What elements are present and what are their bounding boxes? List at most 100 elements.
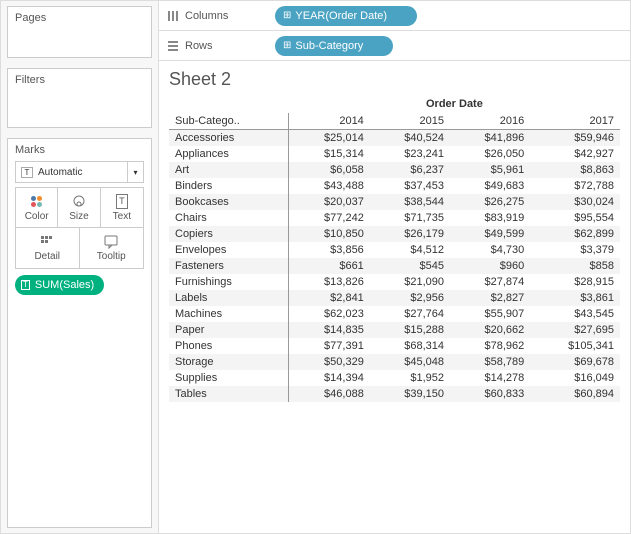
data-cell[interactable]: $27,874 — [450, 274, 530, 290]
row-header[interactable]: Appliances — [169, 146, 289, 162]
data-cell[interactable]: $3,379 — [530, 242, 620, 258]
data-cell[interactable]: $20,037 — [289, 194, 370, 210]
row-header[interactable]: Labels — [169, 290, 289, 306]
data-cell[interactable]: $5,961 — [450, 162, 530, 178]
row-header[interactable]: Storage — [169, 354, 289, 370]
data-cell[interactable]: $20,662 — [450, 322, 530, 338]
data-cell[interactable]: $55,907 — [450, 306, 530, 322]
data-cell[interactable]: $25,014 — [289, 130, 370, 147]
data-cell[interactable]: $10,850 — [289, 226, 370, 242]
data-cell[interactable]: $77,242 — [289, 210, 370, 226]
row-header[interactable]: Chairs — [169, 210, 289, 226]
row-header[interactable]: Bookcases — [169, 194, 289, 210]
data-cell[interactable]: $30,024 — [530, 194, 620, 210]
data-cell[interactable]: $46,088 — [289, 386, 370, 402]
data-cell[interactable]: $50,329 — [289, 354, 370, 370]
column-header[interactable]: 2016 — [450, 113, 530, 130]
data-cell[interactable]: $58,789 — [450, 354, 530, 370]
rows-pill[interactable]: ⊞ Sub-Category — [275, 36, 393, 56]
row-header[interactable]: Machines — [169, 306, 289, 322]
filters-shelf[interactable]: Filters — [7, 68, 152, 128]
column-header[interactable]: 2017 — [530, 113, 620, 130]
data-cell[interactable]: $15,288 — [370, 322, 450, 338]
data-cell[interactable]: $77,391 — [289, 338, 370, 354]
row-header[interactable]: Art — [169, 162, 289, 178]
data-cell[interactable]: $27,695 — [530, 322, 620, 338]
data-cell[interactable]: $45,048 — [370, 354, 450, 370]
row-header[interactable]: Copiers — [169, 226, 289, 242]
data-cell[interactable]: $858 — [530, 258, 620, 274]
data-cell[interactable]: $661 — [289, 258, 370, 274]
data-cell[interactable]: $59,946 — [530, 130, 620, 147]
row-header[interactable]: Binders — [169, 178, 289, 194]
data-cell[interactable]: $60,833 — [450, 386, 530, 402]
data-cell[interactable]: $16,049 — [530, 370, 620, 386]
data-cell[interactable]: $37,453 — [370, 178, 450, 194]
data-cell[interactable]: $14,835 — [289, 322, 370, 338]
data-cell[interactable]: $49,599 — [450, 226, 530, 242]
row-header[interactable]: Fasteners — [169, 258, 289, 274]
sheet-title[interactable]: Sheet 2 — [169, 69, 620, 90]
data-cell[interactable]: $23,241 — [370, 146, 450, 162]
tooltip-button[interactable]: Tooltip — [80, 228, 144, 268]
data-cell[interactable]: $21,090 — [370, 274, 450, 290]
size-button[interactable]: Size — [58, 188, 100, 228]
row-header[interactable]: Paper — [169, 322, 289, 338]
data-cell[interactable]: $26,275 — [450, 194, 530, 210]
data-cell[interactable]: $28,915 — [530, 274, 620, 290]
data-cell[interactable]: $78,962 — [450, 338, 530, 354]
row-dimension-header[interactable]: Sub-Catego.. — [169, 113, 289, 130]
detail-button[interactable]: Detail — [16, 228, 80, 268]
mark-type-dropdown[interactable]: T Automatic ▾ — [15, 161, 144, 183]
color-button[interactable]: Color — [16, 188, 58, 228]
data-cell[interactable]: $71,735 — [370, 210, 450, 226]
columns-pill[interactable]: ⊞ YEAR(Order Date) — [275, 6, 417, 26]
data-cell[interactable]: $62,023 — [289, 306, 370, 322]
data-cell[interactable]: $62,899 — [530, 226, 620, 242]
data-cell[interactable]: $960 — [450, 258, 530, 274]
data-cell[interactable]: $6,237 — [370, 162, 450, 178]
data-cell[interactable]: $14,394 — [289, 370, 370, 386]
row-header[interactable]: Furnishings — [169, 274, 289, 290]
row-header[interactable]: Accessories — [169, 130, 289, 147]
data-cell[interactable]: $43,488 — [289, 178, 370, 194]
row-header[interactable]: Supplies — [169, 370, 289, 386]
data-cell[interactable]: $83,919 — [450, 210, 530, 226]
data-cell[interactable]: $43,545 — [530, 306, 620, 322]
data-cell[interactable]: $40,524 — [370, 130, 450, 147]
data-cell[interactable]: $68,314 — [370, 338, 450, 354]
data-cell[interactable]: $545 — [370, 258, 450, 274]
rows-shelf[interactable]: Rows ⊞ Sub-Category — [159, 31, 630, 61]
data-cell[interactable]: $14,278 — [450, 370, 530, 386]
data-cell[interactable]: $26,050 — [450, 146, 530, 162]
data-cell[interactable]: $60,894 — [530, 386, 620, 402]
text-button[interactable]: T Text — [101, 188, 143, 228]
data-cell[interactable]: $38,544 — [370, 194, 450, 210]
data-cell[interactable]: $2,956 — [370, 290, 450, 306]
data-cell[interactable]: $95,554 — [530, 210, 620, 226]
data-cell[interactable]: $105,341 — [530, 338, 620, 354]
data-cell[interactable]: $8,863 — [530, 162, 620, 178]
data-cell[interactable]: $13,826 — [289, 274, 370, 290]
data-cell[interactable]: $72,788 — [530, 178, 620, 194]
column-header[interactable]: 2014 — [289, 113, 370, 130]
data-cell[interactable]: $1,952 — [370, 370, 450, 386]
row-header[interactable]: Phones — [169, 338, 289, 354]
data-cell[interactable]: $15,314 — [289, 146, 370, 162]
data-cell[interactable]: $2,841 — [289, 290, 370, 306]
column-header[interactable]: 2015 — [370, 113, 450, 130]
data-cell[interactable]: $42,927 — [530, 146, 620, 162]
data-cell[interactable]: $69,678 — [530, 354, 620, 370]
data-cell[interactable]: $49,683 — [450, 178, 530, 194]
data-cell[interactable]: $39,150 — [370, 386, 450, 402]
data-cell[interactable]: $4,512 — [370, 242, 450, 258]
data-cell[interactable]: $6,058 — [289, 162, 370, 178]
pages-shelf[interactable]: Pages — [7, 6, 152, 58]
measure-pill[interactable]: T SUM(Sales) — [15, 275, 104, 295]
data-cell[interactable]: $4,730 — [450, 242, 530, 258]
data-cell[interactable]: $27,764 — [370, 306, 450, 322]
row-header[interactable]: Tables — [169, 386, 289, 402]
columns-shelf[interactable]: Columns ⊞ YEAR(Order Date) — [159, 1, 630, 31]
data-cell[interactable]: $2,827 — [450, 290, 530, 306]
data-cell[interactable]: $26,179 — [370, 226, 450, 242]
